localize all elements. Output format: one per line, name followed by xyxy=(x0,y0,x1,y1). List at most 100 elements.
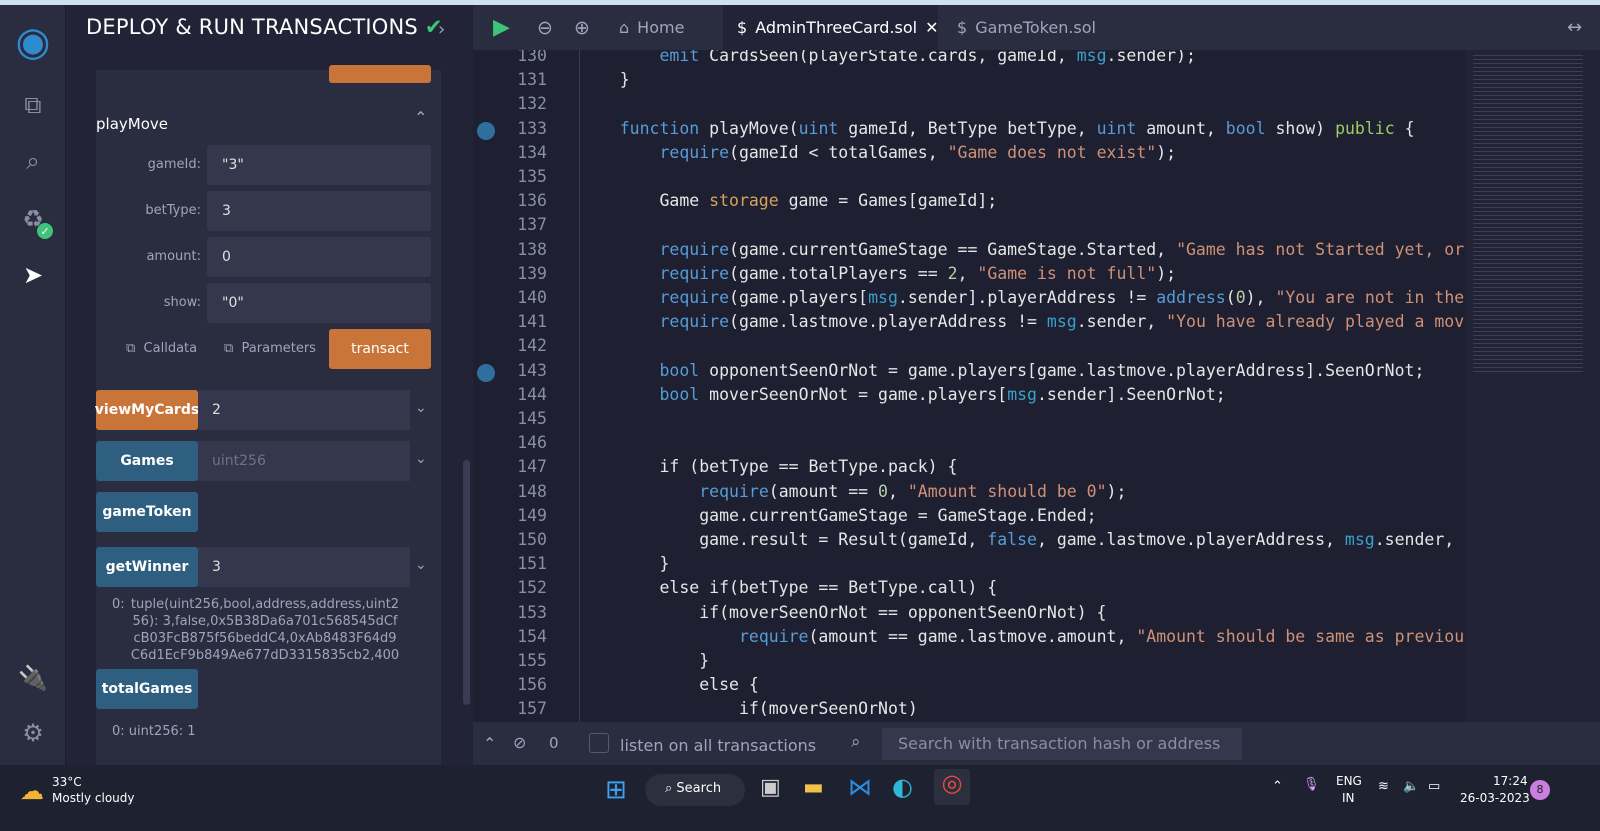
line-number[interactable]: 133 xyxy=(493,119,547,138)
line-number[interactable]: 149 xyxy=(493,506,547,525)
code-line[interactable]: require(gameId < totalGames, "Game does … xyxy=(580,143,1176,162)
volume-icon[interactable]: 🔈 xyxy=(1403,779,1419,794)
code-line[interactable]: Game storage game = Games[gameId]; xyxy=(580,191,997,210)
line-number[interactable]: 142 xyxy=(493,336,547,355)
code-line[interactable]: } xyxy=(580,651,709,670)
code-line[interactable]: require(game.players[msg.sender].playerA… xyxy=(580,288,1465,307)
solidity-compiler-icon[interactable]: ♻ ✓ xyxy=(15,201,53,239)
line-number[interactable]: 156 xyxy=(493,675,547,694)
line-number[interactable]: 137 xyxy=(493,215,547,234)
chrome-icon[interactable]: ◎ xyxy=(934,769,970,805)
line-number[interactable]: 157 xyxy=(493,699,547,718)
line-number[interactable]: 136 xyxy=(493,191,547,210)
code-line[interactable]: bool opponentSeenOrNot = game.players[ga… xyxy=(580,361,1424,380)
wifi-icon[interactable]: ≋ xyxy=(1378,779,1389,794)
tab-home[interactable]: ⌂ Home xyxy=(619,5,684,50)
clock-time[interactable]: 17:24 xyxy=(1493,774,1528,788)
code-line[interactable]: if(moverSeenOrNot == opponentSeenOrNot) … xyxy=(580,603,1106,622)
expand-icon[interactable]: ↔ xyxy=(1567,5,1582,50)
line-number[interactable]: 152 xyxy=(493,578,547,597)
chevron-down-icon[interactable]: ⌄ xyxy=(415,400,427,416)
code-line[interactable]: if(moverSeenOrNot) xyxy=(580,699,918,718)
weather-temp[interactable]: 33°C xyxy=(52,775,82,789)
code-line[interactable]: game.currentGameStage = GameStage.Ended; xyxy=(580,506,1096,525)
line-number[interactable]: 132 xyxy=(493,94,547,113)
notification-badge[interactable]: 8 xyxy=(1530,780,1550,800)
file-explorer-icon[interactable]: ⧉ xyxy=(15,87,51,123)
view-my-cards-input[interactable]: 2 xyxy=(198,390,410,430)
code-line[interactable]: } xyxy=(580,554,669,573)
bettype-input[interactable]: 3 xyxy=(207,191,431,231)
code-line[interactable]: else { xyxy=(580,675,759,694)
code-line[interactable]: require(amount == 0, "Amount should be 0… xyxy=(580,482,1126,501)
chevron-down-icon[interactable]: ⌄ xyxy=(415,557,427,573)
amount-input[interactable]: 0 xyxy=(207,237,431,277)
line-number[interactable]: 140 xyxy=(493,288,547,307)
line-number[interactable]: 145 xyxy=(493,409,547,428)
weather-desc[interactable]: Mostly cloudy xyxy=(52,791,135,805)
search-icon[interactable]: ⌕ xyxy=(15,143,51,179)
collapsed-transact-button[interactable] xyxy=(329,65,431,83)
line-number[interactable]: 135 xyxy=(493,167,547,186)
line-number[interactable]: 138 xyxy=(493,240,547,259)
file-explorer-icon[interactable]: ▬ xyxy=(803,775,824,800)
code-line[interactable]: require(game.totalPlayers == 2, "Game is… xyxy=(580,264,1176,283)
get-winner-button[interactable]: getWinner xyxy=(96,547,198,587)
minimap[interactable] xyxy=(1465,50,1600,722)
listen-checkbox[interactable] xyxy=(589,733,609,753)
line-number[interactable]: 134 xyxy=(493,143,547,162)
line-number[interactable]: 131 xyxy=(493,70,547,89)
microphone-icon[interactable]: 🎙 xyxy=(1303,777,1320,792)
clear-console-icon[interactable]: ⊘ xyxy=(513,733,526,752)
code-line[interactable]: function playMove(uint gameId, BetType b… xyxy=(580,119,1415,138)
line-number[interactable]: 144 xyxy=(493,385,547,404)
code-line[interactable]: require(amount == game.lastmove.amount, … xyxy=(580,627,1465,646)
edge-icon[interactable]: ◐ xyxy=(892,773,913,801)
chevron-down-icon[interactable]: ⌄ xyxy=(415,451,427,467)
code-line[interactable]: } xyxy=(580,70,630,89)
games-button[interactable]: Games xyxy=(96,441,198,481)
windows-start-icon[interactable]: ⊞ xyxy=(605,775,627,805)
chevron-up-icon[interactable]: ⌃ xyxy=(414,108,427,127)
line-number[interactable]: 147 xyxy=(493,457,547,476)
show-input[interactable]: "0" xyxy=(207,283,431,323)
chevron-right-icon[interactable]: › xyxy=(438,19,445,40)
code-line[interactable]: if (betType == BetType.pack) { xyxy=(580,457,957,476)
language-top[interactable]: ENG xyxy=(1336,774,1362,788)
tab-game-token[interactable]: $ GameToken.sol xyxy=(957,5,1096,50)
code-line[interactable]: require(game.currentGameStage == GameSta… xyxy=(580,240,1465,259)
task-view-icon[interactable]: ▣ xyxy=(760,775,781,800)
line-number[interactable]: 154 xyxy=(493,627,547,646)
language-bottom[interactable]: IN xyxy=(1342,791,1355,805)
code-line[interactable]: emit CardsSeen(playerState.cards, gameId… xyxy=(580,50,1195,65)
total-games-button[interactable]: totalGames xyxy=(96,669,198,709)
gameid-input[interactable]: "3" xyxy=(207,145,431,185)
game-token-button[interactable]: gameToken xyxy=(96,492,198,532)
remix-logo-icon[interactable]: ◉ xyxy=(8,17,58,67)
line-number[interactable]: 155 xyxy=(493,651,547,670)
code-area[interactable]: 130 emit CardsSeen(playerState.cards, ga… xyxy=(473,50,1465,722)
view-my-cards-button[interactable]: viewMyCards xyxy=(95,390,199,430)
vscode-icon[interactable]: ⋈ xyxy=(848,773,872,801)
line-number[interactable]: 150 xyxy=(493,530,547,549)
line-number[interactable]: 146 xyxy=(493,433,547,452)
show-hidden-icons[interactable]: ⌃ xyxy=(1272,779,1283,794)
plugin-manager-icon[interactable]: 🔌 xyxy=(15,660,51,696)
code-line[interactable]: game.result = Result(gameId, false, game… xyxy=(580,530,1465,549)
code-line[interactable]: bool moverSeenOrNot = game.players[msg.s… xyxy=(580,385,1225,404)
get-winner-input[interactable]: 3 xyxy=(198,547,410,587)
line-number[interactable]: 130 xyxy=(493,50,547,65)
settings-gear-icon[interactable]: ⚙ xyxy=(15,715,51,751)
line-number[interactable]: 151 xyxy=(493,554,547,573)
deploy-run-icon[interactable]: ➤ xyxy=(15,257,51,293)
clock-date[interactable]: 26-03-2023 xyxy=(1460,791,1530,805)
taskbar-search[interactable]: ⌕ Search xyxy=(645,774,745,806)
games-input[interactable]: uint256 xyxy=(198,441,410,481)
calldata-button[interactable]: ⧉ Calldata xyxy=(126,341,197,356)
line-number[interactable]: 153 xyxy=(493,603,547,622)
zoom-in-icon[interactable]: ⊕ xyxy=(574,5,590,50)
tab-admin-three-card[interactable]: $ AdminThreeCard.sol ✕ xyxy=(723,5,939,50)
line-number[interactable]: 143 xyxy=(493,361,547,380)
line-number[interactable]: 141 xyxy=(493,312,547,331)
transaction-search-input[interactable]: Search with transaction hash or address xyxy=(882,728,1242,760)
